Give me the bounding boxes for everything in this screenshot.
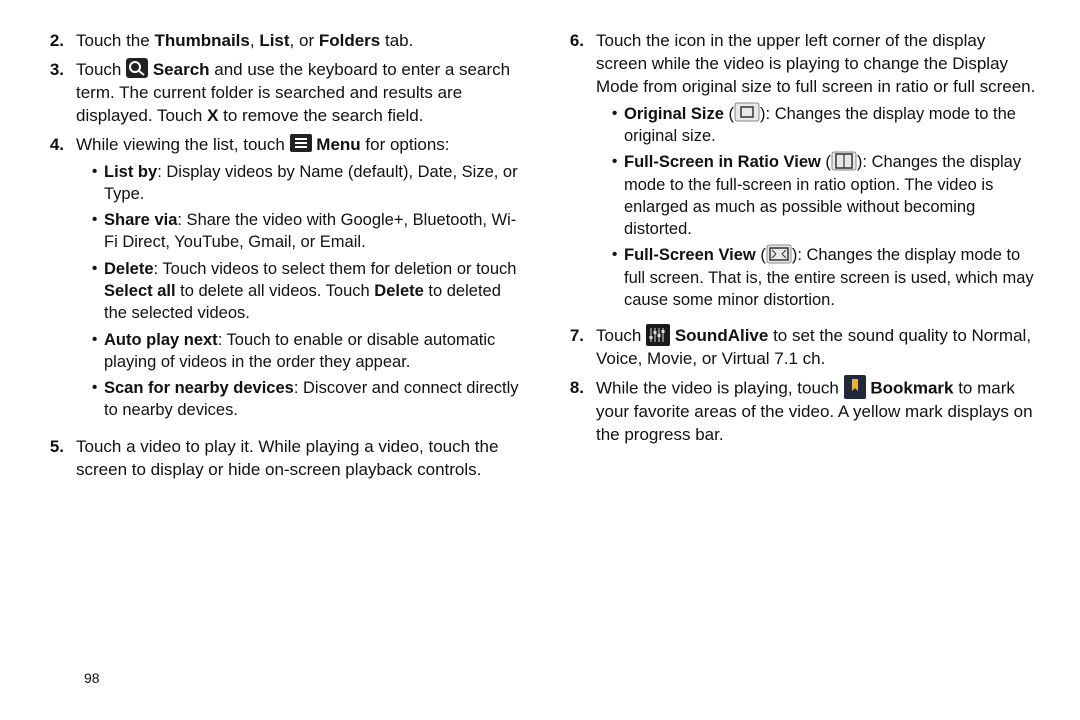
text: ( — [724, 105, 734, 123]
bookmark-icon — [844, 375, 866, 399]
text-bold: Thumbnails — [154, 31, 249, 50]
page-number: 98 — [84, 669, 100, 688]
step-body: Touch Search and use the keyboard to ent… — [76, 59, 520, 128]
list-item: •List by: Display videos by Name (defaul… — [92, 161, 520, 206]
step-number: 7. — [560, 325, 596, 371]
step-body: Touch SoundAlive to set the sound qualit… — [596, 325, 1040, 371]
text-bold: Folders — [319, 31, 380, 50]
bullet-dot: • — [92, 377, 104, 422]
text: ( — [821, 153, 831, 171]
text: tab. — [380, 31, 413, 50]
text-bold: Full-Screen View — [624, 246, 756, 264]
page: 2. Touch the Thumbnails, List, or Folder… — [0, 0, 1080, 720]
bullet-dot: • — [92, 209, 104, 254]
step-number: 4. — [40, 134, 76, 430]
soundalive-icon — [646, 324, 670, 346]
text-bold: List by — [104, 163, 157, 181]
bullet-dot: • — [612, 151, 624, 240]
text: , — [250, 31, 259, 50]
bullet-list: •Original Size (): Changes the display m… — [596, 103, 1040, 311]
list-item: •Scan for nearby devices: Discover and c… — [92, 377, 520, 422]
step-6: 6. Touch the icon in the upper left corn… — [560, 30, 1040, 319]
bullet-dot: • — [92, 329, 104, 374]
original-size-icon — [734, 102, 760, 122]
text: for options: — [361, 135, 450, 154]
text-bold: Search — [153, 60, 210, 79]
text-bold: X — [207, 106, 218, 125]
step-number: 3. — [40, 59, 76, 128]
text: While the video is playing, touch — [596, 379, 844, 398]
list-item: •Original Size (): Changes the display m… — [612, 103, 1040, 148]
step-body: Touch the Thumbnails, List, or Folders t… — [76, 30, 520, 53]
step-body: While the video is playing, touch Bookma… — [596, 377, 1040, 447]
step-3: 3. Touch Search and use the keyboard to … — [40, 59, 520, 128]
text-bold: Scan for nearby devices — [104, 379, 294, 397]
text-bold: Auto play next — [104, 331, 218, 349]
text: ( — [756, 246, 766, 264]
left-column: 2. Touch the Thumbnails, List, or Folder… — [40, 30, 520, 720]
text-bold: Bookmark — [870, 379, 953, 398]
step-number: 6. — [560, 30, 596, 319]
step-7: 7. Touch SoundAlive to set the sound qua… — [560, 325, 1040, 371]
search-icon — [126, 58, 148, 78]
list-item: •Delete: Touch videos to select them for… — [92, 258, 520, 325]
text: to delete all videos. Touch — [176, 282, 375, 300]
step-number: 5. — [40, 436, 76, 482]
step-2: 2. Touch the Thumbnails, List, or Folder… — [40, 30, 520, 53]
bullet-dot: • — [92, 258, 104, 325]
step-body: Touch the icon in the upper left corner … — [596, 30, 1040, 319]
bullet-dot: • — [612, 103, 624, 148]
text: Touch — [76, 60, 126, 79]
text-bold: Share via — [104, 211, 177, 229]
list-item: •Full-Screen View (): Changes the displa… — [612, 244, 1040, 311]
text: While viewing the list, touch — [76, 135, 290, 154]
text: Touch the — [76, 31, 154, 50]
step-body: While viewing the list, touch Menu for o… — [76, 134, 520, 430]
text-bold: Original Size — [624, 105, 724, 123]
bullet-list: •List by: Display videos by Name (defaul… — [76, 161, 520, 422]
text-bold: Delete — [104, 260, 154, 278]
menu-icon — [290, 134, 312, 152]
step-number: 8. — [560, 377, 596, 447]
text-bold: Menu — [316, 135, 360, 154]
step-body: Touch a video to play it. While playing … — [76, 436, 520, 482]
full-screen-ratio-icon — [831, 151, 857, 171]
full-screen-icon — [766, 244, 792, 264]
text: Touch — [596, 326, 646, 345]
text: Touch a video to play it. While playing … — [76, 437, 498, 479]
right-column: 6. Touch the icon in the upper left corn… — [560, 30, 1040, 720]
text: , or — [290, 31, 319, 50]
bullet-dot: • — [612, 244, 624, 311]
step-8: 8. While the video is playing, touch Boo… — [560, 377, 1040, 447]
step-4: 4. While viewing the list, touch Menu fo… — [40, 134, 520, 430]
bullet-dot: • — [92, 161, 104, 206]
text-bold: SoundAlive — [675, 326, 769, 345]
list-item: •Full-Screen in Ratio View (): Changes t… — [612, 151, 1040, 240]
text: to remove the search field. — [218, 106, 423, 125]
text: Touch the icon in the upper left corner … — [596, 31, 1035, 96]
text-bold: Full-Screen in Ratio View — [624, 153, 821, 171]
step-5: 5. Touch a video to play it. While playi… — [40, 436, 520, 482]
text-bold: Select all — [104, 282, 176, 300]
text-bold: List — [259, 31, 289, 50]
text: : Touch videos to select them for deleti… — [154, 260, 517, 278]
list-item: •Auto play next: Touch to enable or disa… — [92, 329, 520, 374]
step-number: 2. — [40, 30, 76, 53]
list-item: •Share via: Share the video with Google+… — [92, 209, 520, 254]
text: : Display videos by Name (default), Date… — [104, 163, 518, 203]
text-bold: Delete — [374, 282, 424, 300]
